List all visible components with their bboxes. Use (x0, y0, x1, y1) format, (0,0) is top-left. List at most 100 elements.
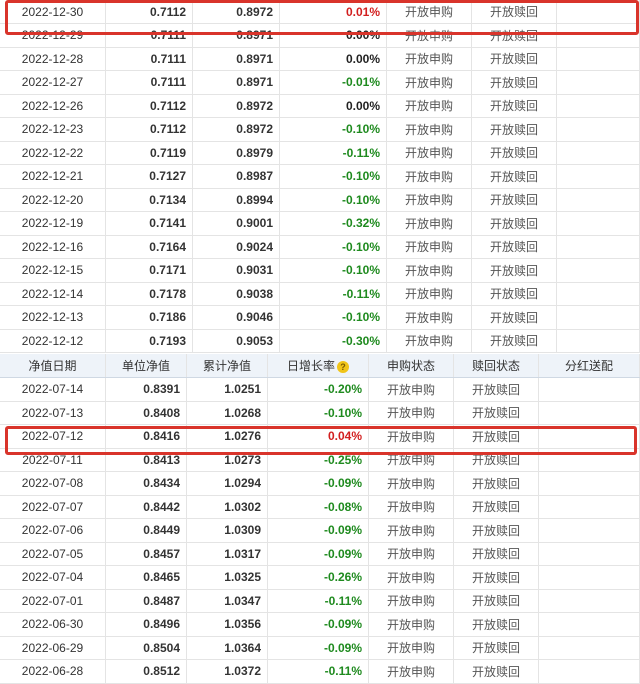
dividend-cell (556, 235, 640, 259)
table-row: 2022-12-30 0.7112 0.8972 0.01% 开放申购 开放赎回 (0, 0, 640, 24)
daily-growth-cell: -0.11% (279, 282, 387, 306)
dividend-cell (538, 495, 640, 519)
redeem-status-cell: 开放赎回 (471, 23, 557, 48)
unit-nav-cell: 0.7193 (105, 329, 193, 353)
date-cell: 2022-12-22 (0, 141, 106, 165)
daily-growth-cell: 0.00% (279, 94, 387, 118)
daily-growth-cell: -0.09% (267, 518, 369, 543)
table-row: 2022-12-23 0.7112 0.8972 -0.10% 开放申购 开放赎回 (0, 117, 640, 142)
header-daily-growth[interactable]: 日增长率? (267, 354, 369, 378)
cum-nav-cell: 0.8972 (192, 94, 280, 118)
unit-nav-cell: 0.7186 (105, 305, 193, 330)
purchase-status-cell: 开放申购 (368, 448, 454, 472)
redeem-status-cell: 开放赎回 (471, 94, 557, 118)
dividend-cell (538, 448, 640, 472)
cum-nav-cell: 0.9046 (192, 305, 280, 330)
purchase-status-cell: 开放申购 (368, 424, 454, 449)
cum-nav-cell: 1.0356 (186, 612, 268, 637)
purchase-status-cell: 开放申购 (386, 211, 472, 236)
purchase-status-cell: 开放申购 (386, 305, 472, 330)
daily-growth-cell: -0.10% (279, 258, 387, 283)
redeem-status-cell: 开放赎回 (453, 659, 539, 684)
cum-nav-cell: 0.9031 (192, 258, 280, 283)
daily-growth-cell: 0.00% (279, 23, 387, 48)
table-row: 2022-12-21 0.7127 0.8987 -0.10% 开放申购 开放赎回 (0, 164, 640, 189)
table-row: 2022-12-12 0.7193 0.9053 -0.30% 开放申购 开放赎回 (0, 329, 640, 353)
unit-nav-cell: 0.7111 (105, 23, 193, 48)
daily-growth-cell: -0.10% (279, 235, 387, 259)
redeem-status-cell: 开放赎回 (453, 448, 539, 472)
header-dividend[interactable]: 分红送配 (538, 354, 640, 378)
redeem-status-cell: 开放赎回 (453, 401, 539, 425)
redeem-status-cell: 开放赎回 (471, 70, 557, 95)
header-unit-nav[interactable]: 单位净值 (105, 354, 187, 378)
date-cell: 2022-12-15 (0, 258, 106, 283)
help-icon[interactable]: ? (337, 360, 349, 373)
unit-nav-cell: 0.7127 (105, 164, 193, 189)
header-purchase-status[interactable]: 申购状态 (368, 354, 454, 378)
date-cell: 2022-12-12 (0, 329, 106, 353)
daily-growth-cell: -0.10% (279, 305, 387, 330)
redeem-status-cell: 开放赎回 (471, 211, 557, 236)
redeem-status-cell: 开放赎回 (453, 424, 539, 449)
date-cell: 2022-07-11 (0, 448, 106, 472)
daily-growth-cell: -0.09% (267, 612, 369, 637)
cum-nav-cell: 0.9024 (192, 235, 280, 259)
date-cell: 2022-12-19 (0, 211, 106, 236)
daily-growth-cell: -0.10% (279, 117, 387, 142)
purchase-status-cell: 开放申购 (386, 0, 472, 24)
purchase-status-cell: 开放申购 (368, 542, 454, 566)
purchase-status-cell: 开放申购 (368, 518, 454, 543)
purchase-status-cell: 开放申购 (386, 164, 472, 189)
redeem-status-cell: 开放赎回 (453, 471, 539, 496)
date-cell: 2022-07-05 (0, 542, 106, 566)
cum-nav-cell: 0.8971 (192, 70, 280, 95)
dividend-cell (556, 0, 640, 24)
table-row: 2022-12-20 0.7134 0.8994 -0.10% 开放申购 开放赎回 (0, 188, 640, 212)
redeem-status-cell: 开放赎回 (471, 235, 557, 259)
table-row: 2022-07-06 0.8449 1.0309 -0.09% 开放申购 开放赎回 (0, 518, 640, 543)
cum-nav-cell: 1.0325 (186, 565, 268, 590)
date-cell: 2022-06-30 (0, 612, 106, 637)
dividend-cell (556, 70, 640, 95)
daily-growth-cell: -0.09% (267, 636, 369, 660)
cum-nav-cell: 1.0273 (186, 448, 268, 472)
table-row: 2022-07-13 0.8408 1.0268 -0.10% 开放申购 开放赎回 (0, 401, 640, 425)
cum-nav-cell: 0.8971 (192, 23, 280, 48)
redeem-status-cell: 开放赎回 (471, 282, 557, 306)
unit-nav-cell: 0.8512 (105, 659, 187, 684)
cum-nav-cell: 0.9038 (192, 282, 280, 306)
unit-nav-cell: 0.8496 (105, 612, 187, 637)
dividend-cell (556, 211, 640, 236)
dividend-cell (538, 518, 640, 543)
unit-nav-cell: 0.8413 (105, 448, 187, 472)
table-row: 2022-07-12 0.8416 1.0276 0.04% 开放申购 开放赎回 (0, 424, 640, 449)
unit-nav-cell: 0.8449 (105, 518, 187, 543)
dividend-cell (556, 141, 640, 165)
daily-growth-cell: -0.32% (279, 211, 387, 236)
unit-nav-cell: 0.8457 (105, 542, 187, 566)
header-date[interactable]: 净值日期 (0, 354, 106, 378)
dividend-cell (556, 164, 640, 189)
redeem-status-cell: 开放赎回 (471, 164, 557, 189)
redeem-status-cell: 开放赎回 (471, 0, 557, 24)
purchase-status-cell: 开放申购 (386, 329, 472, 353)
date-cell: 2022-07-07 (0, 495, 106, 519)
header-cum-nav[interactable]: 累计净值 (186, 354, 268, 378)
purchase-status-cell: 开放申购 (386, 47, 472, 71)
purchase-status-cell: 开放申购 (368, 659, 454, 684)
cum-nav-cell: 0.8994 (192, 188, 280, 212)
date-cell: 2022-12-20 (0, 188, 106, 212)
table-row: 2022-12-16 0.7164 0.9024 -0.10% 开放申购 开放赎回 (0, 235, 640, 259)
cum-nav-cell: 1.0268 (186, 401, 268, 425)
unit-nav-cell: 0.7111 (105, 70, 193, 95)
header-redeem-status[interactable]: 赎回状态 (453, 354, 539, 378)
purchase-status-cell: 开放申购 (386, 141, 472, 165)
cum-nav-cell: 0.9001 (192, 211, 280, 236)
redeem-status-cell: 开放赎回 (453, 542, 539, 566)
table-row: 2022-07-01 0.8487 1.0347 -0.11% 开放申购 开放赎回 (0, 589, 640, 613)
purchase-status-cell: 开放申购 (386, 70, 472, 95)
table-row: 2022-12-26 0.7112 0.8972 0.00% 开放申购 开放赎回 (0, 94, 640, 118)
date-cell: 2022-12-13 (0, 305, 106, 330)
daily-growth-cell: 0.00% (279, 47, 387, 71)
